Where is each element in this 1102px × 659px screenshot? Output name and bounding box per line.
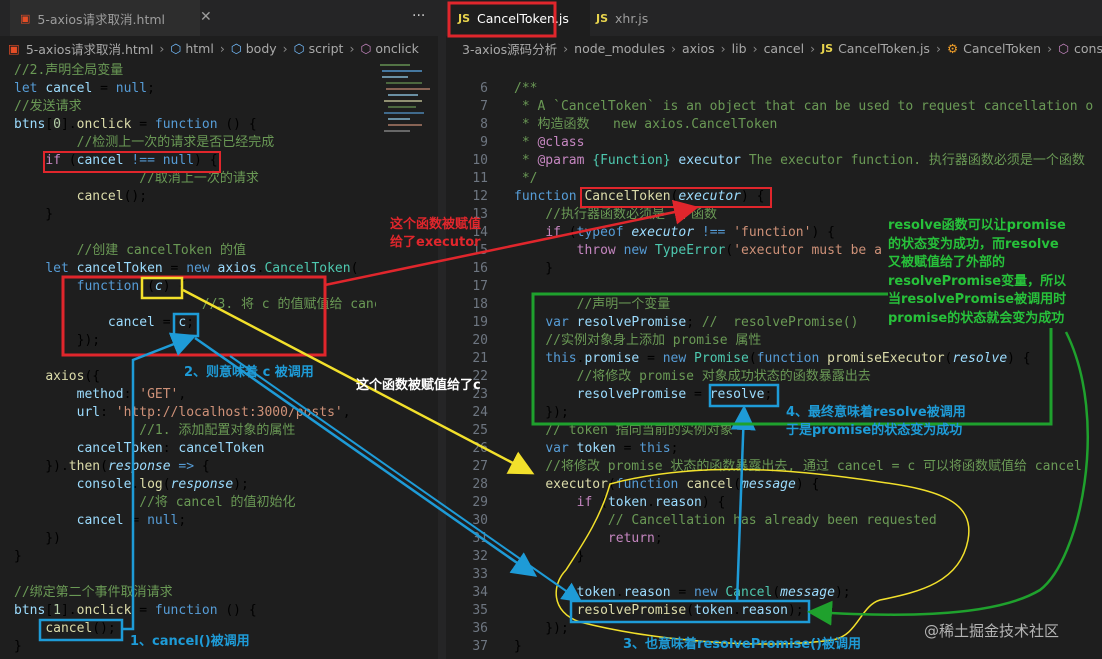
yellow-outline <box>555 468 970 645</box>
annotation-blue-note-3: 3、也意味着resolvePromise()被调用 <box>623 637 861 652</box>
annotation-blue-note-2: 2、则意味着 c 被调用 <box>184 365 314 380</box>
blue-box <box>172 312 200 338</box>
active-tab-highlight <box>447 1 557 38</box>
annotation-overlay <box>38 1 1089 645</box>
annotation-blue-note-4: 4、最终意味着resolve被调用 于是promise的状态变为成功 <box>786 405 966 438</box>
annotation-blue-note-1: 1、cancel()被调用 <box>130 634 250 649</box>
blue-box <box>569 599 811 624</box>
annotation-green-note: resolve函数可以让promise 的状态变为成功，而resolve 又被赋… <box>888 217 1067 328</box>
blue-box <box>38 618 124 642</box>
red-arrow <box>324 199 699 287</box>
red-box <box>580 187 772 208</box>
annotation-yellow-note: 这个函数被赋值给了c <box>356 378 481 393</box>
yellow-box <box>140 276 184 300</box>
annotation-red-note: 这个函数被赋值 给了executor <box>390 217 482 250</box>
watermark: @稀土掘金技术社区 <box>924 622 1060 640</box>
blue-box <box>708 383 780 408</box>
red-box <box>43 151 221 173</box>
blue-arrow <box>122 332 197 631</box>
blue-arrow <box>730 405 756 603</box>
